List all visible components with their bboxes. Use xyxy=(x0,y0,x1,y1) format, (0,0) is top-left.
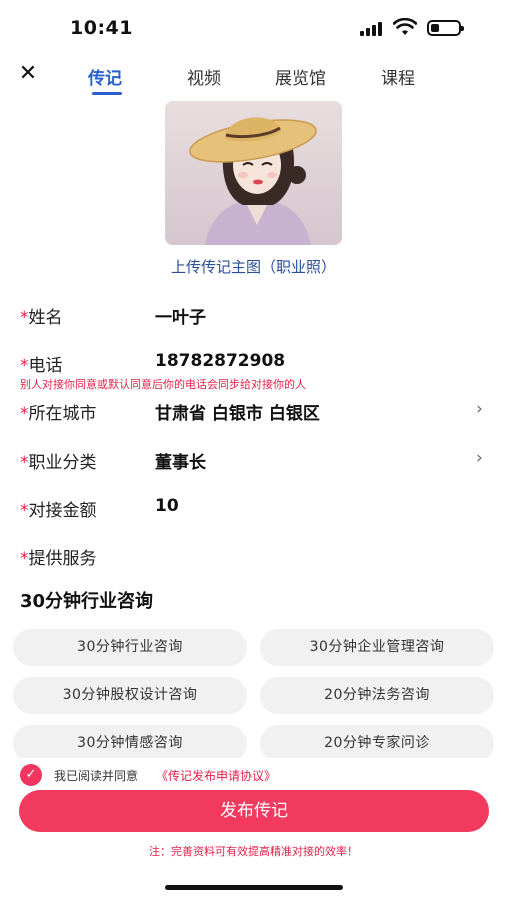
name-field[interactable]: 一叶子 xyxy=(155,303,206,328)
publish-button[interactable]: 发布传记 xyxy=(19,790,489,832)
occupation-label: *职业分类 xyxy=(20,453,97,473)
active-tab-indicator xyxy=(92,92,122,95)
signal-icon xyxy=(360,22,382,36)
agreement-link[interactable]: 《传记发布申请协议》 xyxy=(156,767,276,784)
occupation-selector[interactable]: 董事长 xyxy=(155,448,206,473)
wifi-icon xyxy=(393,18,417,35)
tab-video[interactable]: 视频 xyxy=(187,64,221,89)
upload-photo-link[interactable]: 上传传记主图（职业照） xyxy=(0,256,507,277)
status-bar: 10:41 xyxy=(0,0,507,56)
chevron-right-icon[interactable]: › xyxy=(476,448,483,468)
selected-services: 30分钟行业咨询 xyxy=(20,591,154,612)
tab-biography[interactable]: 传记 xyxy=(88,64,122,89)
tab-exhibition[interactable]: 展览馆 xyxy=(275,64,326,89)
footer-note: 注：完善资料可有效提高精准对接的效率！ xyxy=(149,845,358,858)
top-nav: ✕ 传记 视频 展览馆 课程 xyxy=(0,56,507,100)
city-selector[interactable]: 甘肃省 白银市 白银区 xyxy=(155,399,320,424)
battery-icon xyxy=(427,20,464,36)
service-chip[interactable]: 20分钟专家问诊 xyxy=(260,725,494,758)
amount-field[interactable]: 10 xyxy=(155,496,179,516)
chevron-right-icon[interactable]: › xyxy=(476,399,483,419)
status-time: 10:41 xyxy=(70,17,133,39)
service-chip[interactable]: 30分钟企业管理咨询 xyxy=(260,629,494,666)
phone-sharing-note: 别人对接你同意或默认同意后你的电话会同步给对接你的人 xyxy=(20,378,306,391)
tab-course[interactable]: 课程 xyxy=(381,64,415,89)
agreement-checkbox[interactable]: ✓ xyxy=(20,764,42,786)
name-label: *姓名 xyxy=(20,308,63,328)
close-icon[interactable]: ✕ xyxy=(16,62,40,86)
service-chip[interactable]: 30分钟情感咨询 xyxy=(13,725,247,758)
city-label: *所在城市 xyxy=(20,404,97,424)
phone-label: *电话 xyxy=(20,356,63,376)
services-label: *提供服务 xyxy=(20,549,97,569)
service-chip[interactable]: 30分钟股权设计咨询 xyxy=(13,677,247,714)
phone-field[interactable]: 18782872908 xyxy=(155,351,285,371)
profile-photo[interactable] xyxy=(165,101,342,245)
service-chip[interactable]: 30分钟行业咨询 xyxy=(13,629,247,666)
amount-label: *对接金额 xyxy=(20,501,97,521)
service-chip[interactable]: 20分钟法务咨询 xyxy=(260,677,494,714)
agreement-text: 我已阅读并同意 xyxy=(54,769,139,783)
service-options: 30分钟行业咨询 30分钟企业管理咨询 30分钟股权设计咨询 20分钟法务咨询 … xyxy=(0,620,507,758)
home-indicator xyxy=(165,885,343,890)
